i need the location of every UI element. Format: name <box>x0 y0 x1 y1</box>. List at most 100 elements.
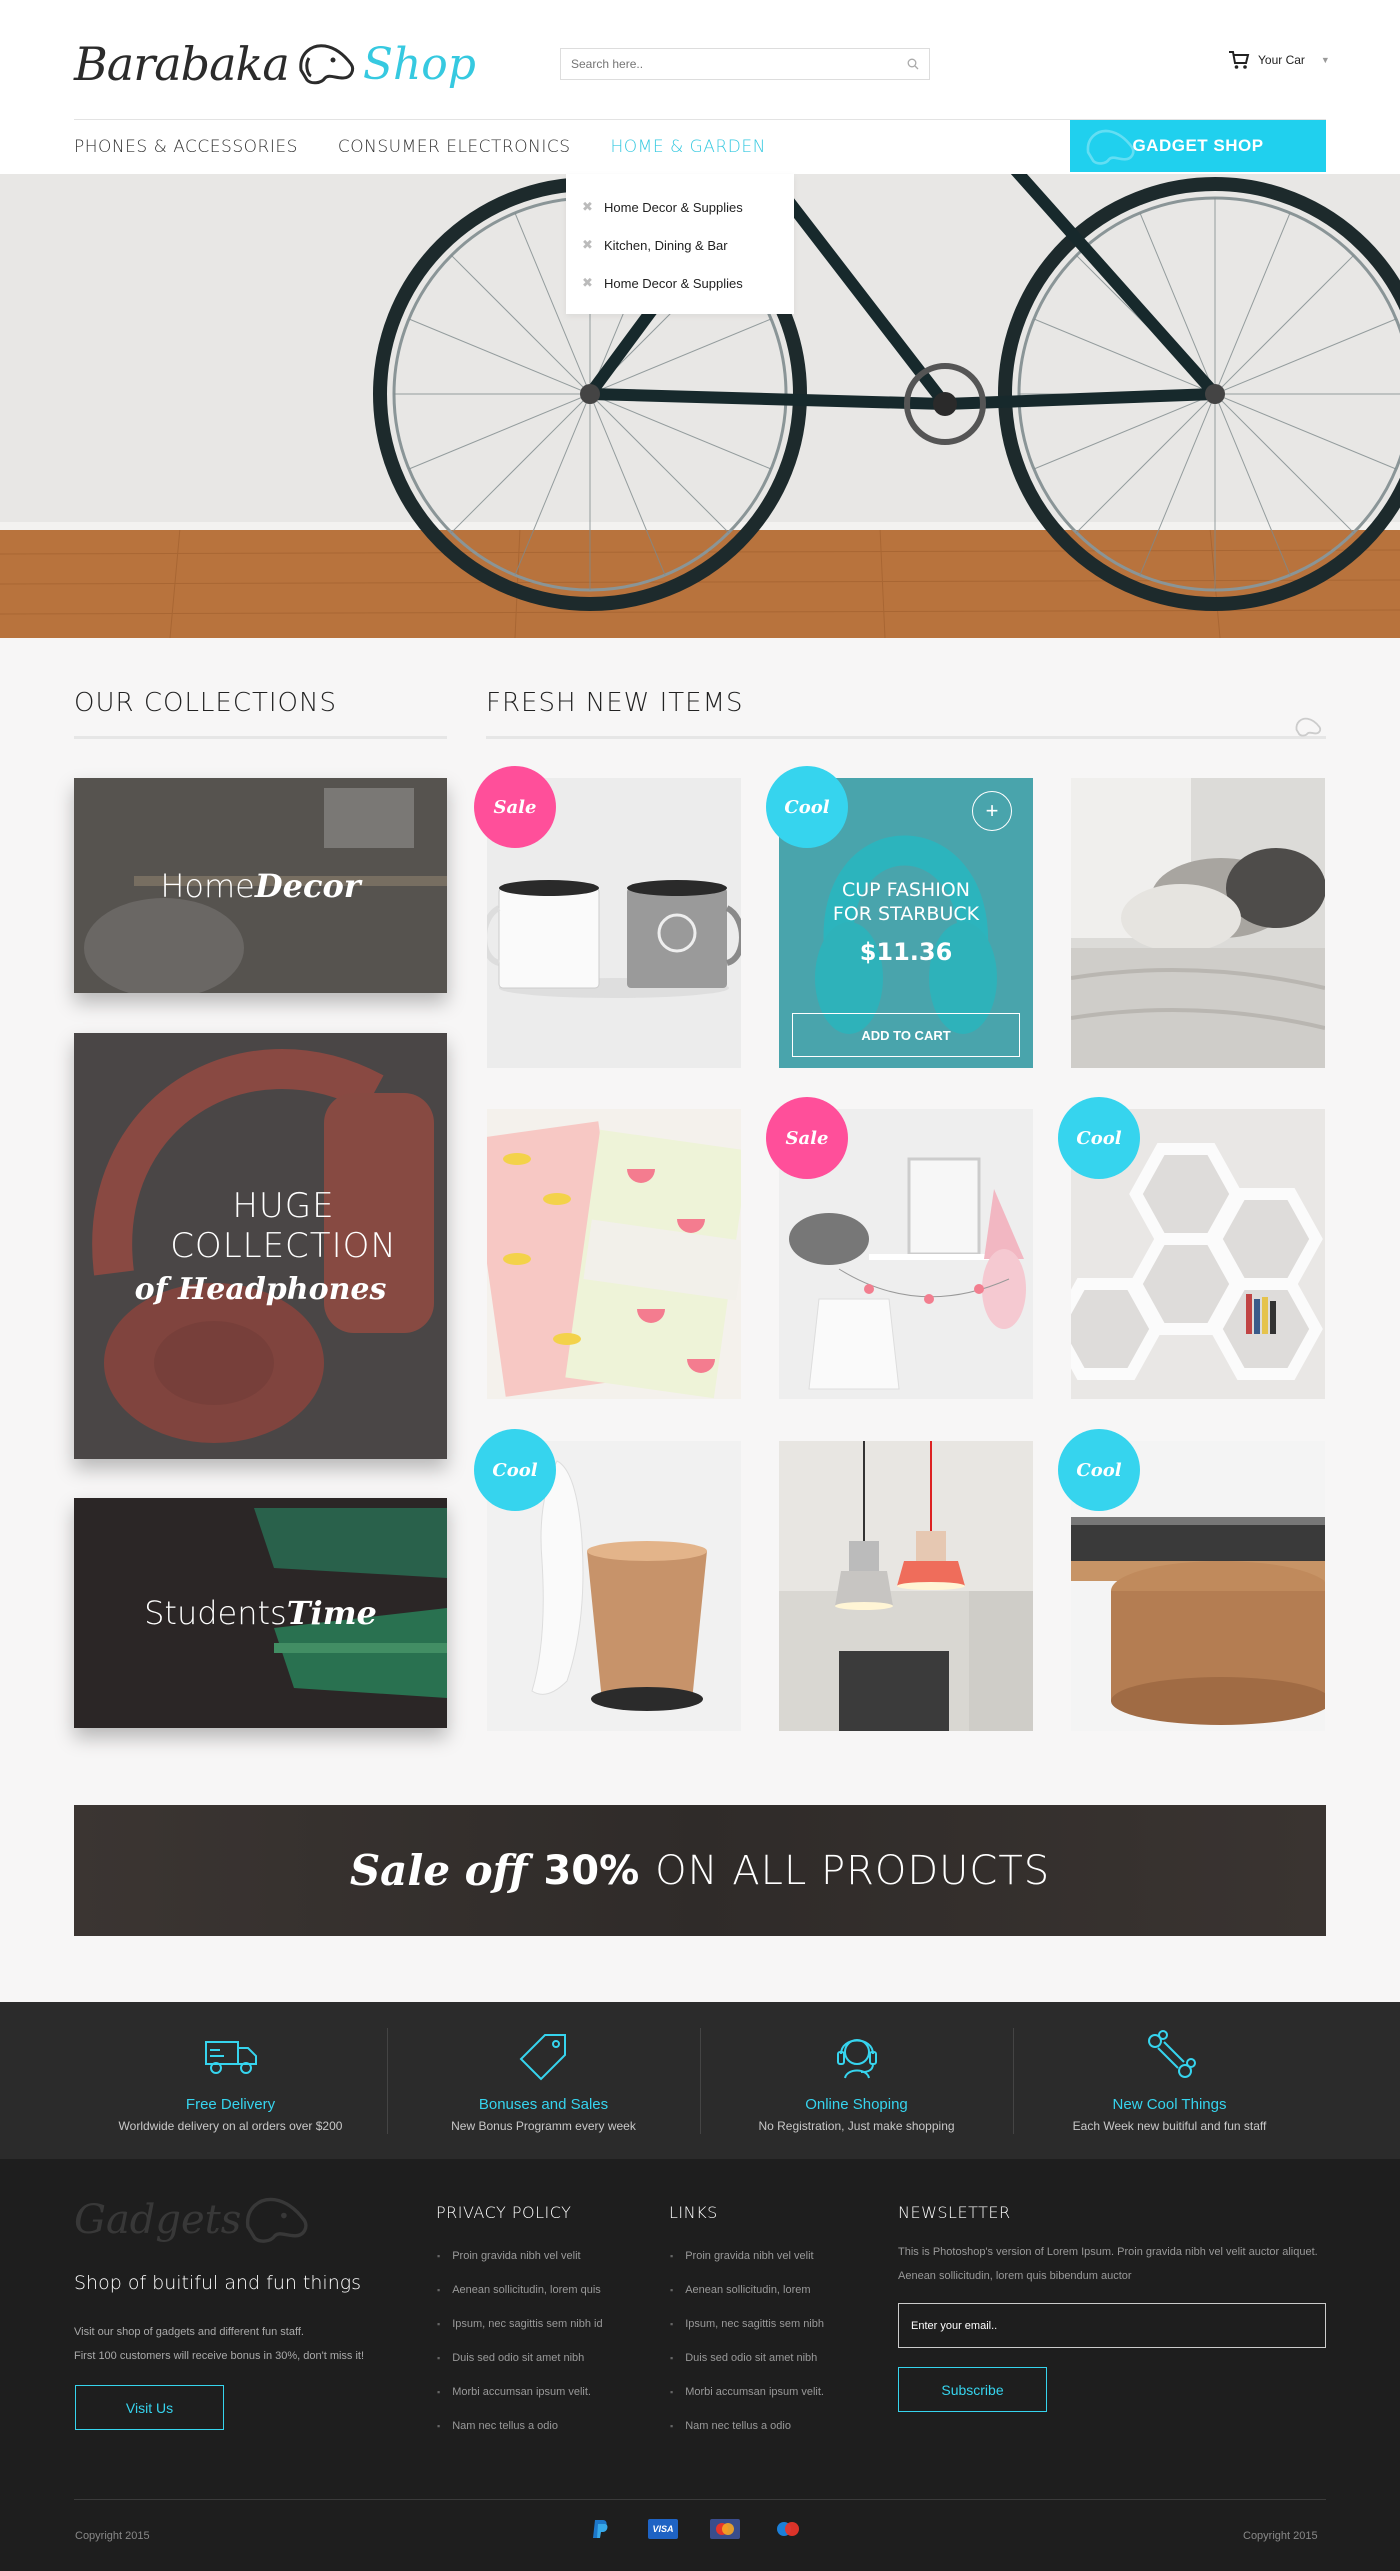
dog-icon <box>1295 717 1322 737</box>
copyright-right: Copyright 2015 <box>1243 2530 1318 2542</box>
pendant-lamps-image <box>779 1441 1033 1731</box>
main-nav: PHONES & ACCESSORIES CONSUMER ELECTRONIC… <box>74 120 806 174</box>
newsletter-title: NEWSLETTER <box>898 2203 1011 2222</box>
sale-badge: Sale <box>474 766 556 848</box>
footer-about: Visit our shop of gadgets and different … <box>74 2320 414 2368</box>
footer-logo-text: Gadgets <box>74 2197 242 2243</box>
site-logo[interactable]: Barabaka Shop <box>74 34 476 94</box>
search-input[interactable] <box>561 49 897 79</box>
product-notebooks[interactable] <box>487 1109 741 1399</box>
features-bar: Free Delivery Worldwide delivery on al o… <box>0 2002 1400 2159</box>
gadget-shop-button[interactable]: GADGET SHOP <box>1070 120 1326 172</box>
dropdown-item[interactable]: ✖ Home Decor & Supplies <box>566 188 794 226</box>
dropdown-item[interactable]: ✖ Kitchen, Dining & Bar <box>566 226 794 264</box>
privacy-link[interactable]: Proin gravida nibh vel velit <box>437 2250 603 2284</box>
privacy-title: PRIVACY POLICY <box>436 2203 572 2222</box>
privacy-link[interactable]: Ipsum, nec sagittis sem nibh id <box>437 2318 602 2352</box>
visa-icon: VISA <box>648 2519 678 2539</box>
footer-link[interactable]: Ipsum, nec sagittis sem nibh <box>670 2318 824 2352</box>
logo-shop-text: Shop <box>362 38 476 90</box>
tag-icon <box>519 2034 566 2081</box>
chevron-down-icon: ▼ <box>1320 55 1330 65</box>
privacy-link[interactable]: Morbi accumsan ipsum velit. <box>437 2386 603 2420</box>
product-pendant-lamps[interactable] <box>779 1441 1033 1731</box>
dog-icon <box>246 2197 308 2243</box>
feature-desc: Worldwide delivery on al orders over $20… <box>118 2119 343 2133</box>
dropdown-item-label: Kitchen, Dining & Bar <box>604 237 728 253</box>
cool-badge: Cool <box>766 766 848 848</box>
collection-label: HUGE COLLECTION of Headphones <box>74 1186 447 1307</box>
collection-headphones[interactable]: HUGE COLLECTION of Headphones <box>74 1033 447 1459</box>
footer-link[interactable]: Nam nec tellus a odio <box>670 2420 824 2454</box>
privacy-link[interactable]: Aenean sollicitudin, lorem quis <box>437 2284 603 2318</box>
sale-banner[interactable]: Sale off 30% ON ALL PRODUCTS <box>74 1805 1326 1936</box>
dropdown-item[interactable]: ✖ Home Decor & Supplies <box>566 264 794 302</box>
links-title: LINKS <box>669 2203 718 2222</box>
collection-label-bold: of Headphones <box>134 1271 387 1307</box>
headset-icon <box>836 2039 877 2079</box>
plus-icon[interactable]: + <box>972 791 1012 831</box>
logo-text: Barabaka <box>74 37 290 91</box>
dropdown-item-label: Home Decor & Supplies <box>604 199 743 215</box>
feature-online-shoping: Online Shoping No Registration, Just mak… <box>700 2002 1013 2159</box>
collections-title: OUR COLLECTIONS <box>74 688 337 718</box>
site-footer: Gadgets Shop of buitiful and fun things … <box>0 2159 1400 2571</box>
feature-desc: No Registration, Just make shopping <box>758 2119 955 2133</box>
product-name-line2: FOR STARBUCK <box>832 903 980 925</box>
fresh-items-title-underline <box>486 736 1326 739</box>
feature-new-cool-things: New Cool Things Each Week new buitiful a… <box>1013 2002 1326 2159</box>
bedding-image <box>1071 778 1325 1068</box>
sale-banner-part3: ON ALL PRODUCTS <box>655 1847 1051 1894</box>
collection-label: StudentsTime <box>144 1594 377 1632</box>
footer-link[interactable]: Duis sed odio sit amet nibh <box>670 2352 824 2386</box>
dog-icon <box>1086 129 1135 165</box>
footer-link[interactable]: Proin gravida nibh vel velit <box>670 2250 824 2284</box>
feature-title: Online Shoping <box>805 2096 908 2113</box>
close-icon: ✖ <box>582 237 593 252</box>
collection-label-bold: Time <box>286 1594 377 1632</box>
privacy-list: Proin gravida nibh vel velit Aenean soll… <box>437 2250 603 2454</box>
product-price: $11.36 <box>859 938 953 966</box>
nav-home-garden[interactable]: HOME & GARDEN <box>611 137 766 157</box>
footer-about-line: Visit our shop of gadgets and different … <box>74 2326 304 2338</box>
collection-label: HomeDecor <box>160 867 360 905</box>
visit-us-button[interactable]: Visit Us <box>75 2385 224 2430</box>
paypal-icon <box>584 2518 616 2540</box>
nav-consumer-electronics[interactable]: CONSUMER ELECTRONICS <box>338 137 571 157</box>
feature-title: Free Delivery <box>185 2096 276 2113</box>
collections-title-underline <box>74 736 447 739</box>
truck-icon <box>204 2041 257 2074</box>
notebooks-image <box>487 1109 741 1399</box>
payment-icons: VISA <box>584 2518 804 2540</box>
collection-label-bold: Decor <box>254 866 361 905</box>
privacy-link[interactable]: Duis sed odio sit amet nibh <box>437 2352 603 2386</box>
newsletter-email-input[interactable] <box>898 2303 1326 2348</box>
footer-link[interactable]: Morbi accumsan ipsum velit. <box>670 2386 824 2420</box>
feature-bonuses: Bonuses and Sales New Bonus Programm eve… <box>387 2002 700 2159</box>
home-garden-dropdown: ✖ Home Decor & Supplies ✖ Kitchen, Dining … <box>566 174 794 314</box>
nav-phones-accessories[interactable]: PHONES & ACCESSORIES <box>74 137 298 157</box>
footer-link[interactable]: Aenean sollicitudin, lorem <box>670 2284 824 2318</box>
sale-banner-part1: Sale off <box>349 1846 528 1895</box>
bone-icon <box>1147 2030 1196 2078</box>
maestro-icon <box>772 2518 804 2540</box>
sale-badge: Sale <box>766 1097 848 1179</box>
cart-button[interactable]: Your Car ▼ <box>1228 50 1330 70</box>
add-to-cart-button[interactable]: ADD TO CART <box>792 1013 1020 1057</box>
gadget-shop-label: GADGET SHOP <box>1132 136 1264 155</box>
feature-title: New Cool Things <box>1112 2096 1227 2113</box>
collection-students-time[interactable]: StudentsTime <box>74 1498 447 1728</box>
newsletter-text: This is Photoshop's version of Lorem Ips… <box>898 2246 1318 2282</box>
footer-logo[interactable]: Gadgets <box>74 2193 311 2247</box>
feature-title: Bonuses and Sales <box>478 2096 609 2113</box>
product-bedding[interactable] <box>1071 778 1325 1068</box>
subscribe-button[interactable]: Subscribe <box>898 2367 1047 2412</box>
cart-icon <box>1229 51 1250 69</box>
collection-home-decor[interactable]: HomeDecor <box>74 778 447 993</box>
links-list: Proin gravida nibh vel velit Aenean soll… <box>670 2250 824 2454</box>
footer-tagline: Shop of buitiful and fun things <box>74 2272 362 2294</box>
privacy-link[interactable]: Nam nec tellus a odio <box>437 2420 603 2454</box>
site-header: Barabaka Shop Your Car ▼ PHONES & ACCESS… <box>0 0 1400 174</box>
cool-badge: Cool <box>1058 1429 1140 1511</box>
search-icon[interactable] <box>897 58 929 70</box>
